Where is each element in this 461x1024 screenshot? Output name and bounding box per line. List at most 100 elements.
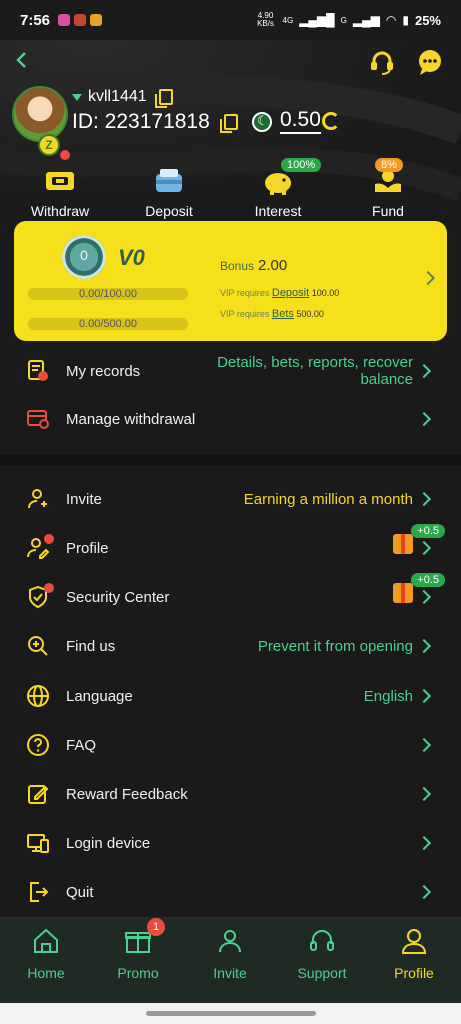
chevron-right-icon[interactable] <box>420 270 436 286</box>
nav-invite-label: Invite <box>213 965 247 981</box>
withdraw-button[interactable]: Withdraw <box>15 166 105 219</box>
battery-icon: ▮ <box>402 13 409 27</box>
promo-badge: 1 <box>147 918 165 936</box>
chevron-right-icon <box>416 363 432 379</box>
faq-label: FAQ <box>66 736 97 754</box>
chevron-right-icon <box>416 786 432 802</box>
chevron-right-icon <box>416 540 432 556</box>
gesture-bar <box>0 1003 461 1024</box>
fund-label: Fund <box>372 203 404 219</box>
reward-feedback-label: Reward Feedback <box>66 785 188 803</box>
vip-card[interactable]: 0 V0 0.00/100.00 0.00/500.00 Bonus 2.00 V… <box>14 221 447 341</box>
nav-profile-label: Profile <box>394 965 434 981</box>
status-time: 7:56 <box>20 11 51 29</box>
vip-req-prefix: VIP requires <box>220 288 270 298</box>
menu-invite[interactable]: Invite Earning a million a month <box>0 477 461 521</box>
section-divider <box>0 455 461 465</box>
home-icon <box>34 928 58 953</box>
notification-dot <box>44 583 54 593</box>
find-us-value: Prevent it from opening <box>257 637 413 655</box>
deposit-link[interactable]: Deposit <box>272 287 309 299</box>
bottom-nav: Home 1 Promo Invite Support Profile <box>0 917 461 1003</box>
chevron-right-icon <box>416 688 432 704</box>
network-type: 4G <box>282 15 294 25</box>
security-center-label: Security Center <box>66 588 170 606</box>
menu-find-us[interactable]: Find us Prevent it from opening <box>0 624 461 668</box>
menu-profile[interactable]: Profile +0.5 <box>0 524 461 570</box>
menu-quit[interactable]: Quit <box>0 870 461 914</box>
status-bar: 7:56 4.90 KB/s 4G ▂▄▆█ G ▂▄▆ ◠ ▮ 25% <box>0 0 461 40</box>
security-reward-badge: +0.5 <box>411 573 445 587</box>
vip-bets-requirement: VIP requires Bets 500.00 <box>220 308 324 320</box>
vip-req-deposit-value: 100.00 <box>311 288 340 298</box>
copy-username-icon[interactable] <box>154 89 173 108</box>
chevron-right-icon <box>416 884 432 900</box>
menu-my-records[interactable]: My records Details, bets, reports, recov… <box>0 348 461 394</box>
invite-value: Earning a million a month <box>243 490 413 508</box>
vip-bonus: Bonus 2.00 <box>220 257 287 274</box>
deposit-label: Deposit <box>145 203 193 219</box>
nav-profile[interactable]: Profile <box>368 926 460 981</box>
nav-invite[interactable]: Invite <box>184 926 276 981</box>
chevron-right-icon <box>416 638 432 654</box>
vip-req-prefix: VIP requires <box>220 309 270 319</box>
nav-home-label: Home <box>27 965 65 981</box>
chevron-right-icon <box>416 835 432 851</box>
headset-icon[interactable] <box>368 48 396 76</box>
interest-label: Interest <box>254 203 302 219</box>
nav-support[interactable]: Support <box>276 926 368 981</box>
refresh-balance-icon[interactable] <box>322 112 340 130</box>
menu-login-device[interactable]: Login device <box>0 821 461 865</box>
network-type-2: G <box>340 15 347 25</box>
language-label: Language <box>66 687 133 705</box>
copy-id-icon[interactable] <box>219 114 238 133</box>
fund-badge: 8% <box>375 158 403 172</box>
dropdown-icon[interactable] <box>72 93 82 101</box>
nav-promo[interactable]: 1 Promo <box>92 918 184 981</box>
interest-button[interactable]: 100% Interest <box>233 158 323 219</box>
devices-icon <box>27 834 49 853</box>
menu-reward-feedback[interactable]: Reward Feedback <box>0 772 461 816</box>
battery-level: 25% <box>414 12 441 28</box>
chevron-right-icon <box>416 589 432 605</box>
deposit-icon <box>156 169 182 192</box>
wallet-balance: 0.50 <box>280 108 321 134</box>
menu-language[interactable]: Language English <box>0 674 461 718</box>
vip-deposit-progress: 0.00/100.00 <box>28 288 188 300</box>
message-icon[interactable] <box>416 48 444 76</box>
headset-icon <box>310 930 334 951</box>
vip-req-bets-value: 500.00 <box>296 309 324 319</box>
invite-label: Invite <box>66 490 102 508</box>
wifi-icon: ◠ <box>385 13 397 27</box>
group-icon <box>219 930 241 953</box>
profile-label: Profile <box>66 539 109 557</box>
nav-home[interactable]: Home <box>0 926 92 981</box>
vip-bonus-label: Bonus <box>220 259 255 273</box>
fund-button[interactable]: 8% Fund <box>343 158 433 219</box>
logout-icon <box>30 882 49 902</box>
user-icon <box>401 929 427 954</box>
withdraw-icon <box>46 172 74 190</box>
bets-link[interactable]: Bets <box>272 308 294 320</box>
notification-app-icon <box>58 14 71 26</box>
menu-security-center[interactable]: Security Center +0.5 <box>0 573 461 619</box>
notification-dot <box>44 534 54 544</box>
menu-manage-withdrawal[interactable]: Manage withdrawal <box>0 397 461 441</box>
gift-icon <box>393 534 413 554</box>
globe-icon <box>27 685 49 707</box>
menu-faq[interactable]: FAQ <box>0 723 461 767</box>
net-speed: 4.90 KB/s <box>257 11 274 28</box>
vip-badge-icon: Z <box>38 134 60 156</box>
back-arrow-icon[interactable] <box>12 50 32 70</box>
vip-level: V0 <box>118 245 145 270</box>
chevron-right-icon <box>416 411 432 427</box>
gesture-handle[interactable] <box>146 1011 316 1016</box>
deposit-button[interactable]: Deposit <box>124 166 214 219</box>
vip-bonus-value: 2.00 <box>258 257 288 274</box>
records-icon <box>28 360 48 381</box>
vip-deposit-requirement: VIP requires Deposit 100.00 <box>220 287 339 299</box>
find-search-icon <box>28 636 48 656</box>
user-id-row: ID: 223171818 <box>72 110 238 134</box>
manage-withdrawal-label: Manage withdrawal <box>66 410 196 428</box>
avatar[interactable] <box>12 86 68 142</box>
